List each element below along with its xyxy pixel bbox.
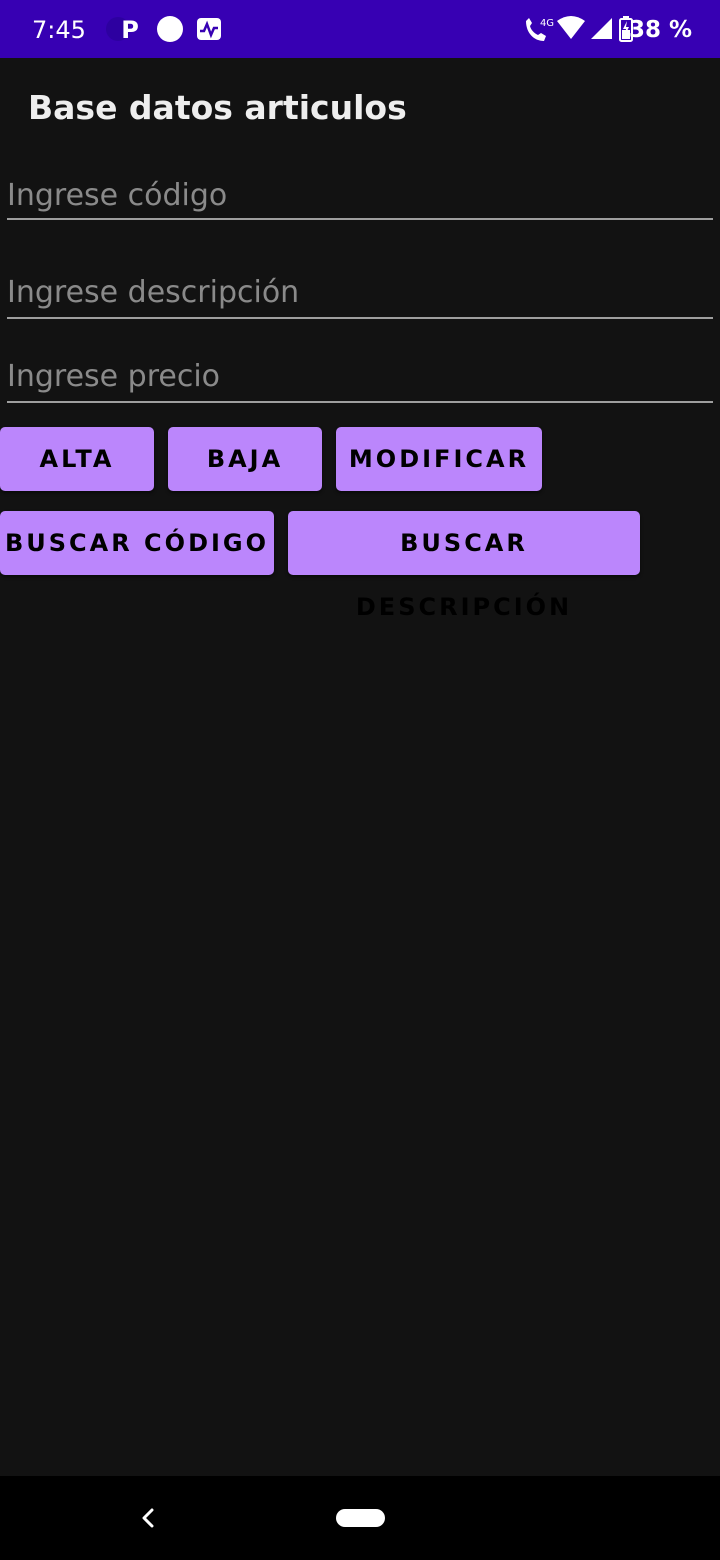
back-icon[interactable]: [134, 1500, 164, 1536]
page-title: Base datos articulos: [28, 88, 407, 127]
modificar-button[interactable]: MODIFICAR: [336, 427, 542, 491]
circle-notification-icon: [156, 15, 184, 43]
app-screen: 7:45 P 4G 38 % Base datos articulos Ingr…: [0, 0, 720, 1560]
descripcion-input[interactable]: [7, 268, 713, 319]
network-type-label: 4G: [540, 18, 554, 29]
cell-signal-icon: [590, 15, 614, 43]
status-time: 7:45: [32, 16, 86, 44]
wifi-calling-icon: 4G: [522, 15, 560, 43]
navigation-bar: [0, 1476, 720, 1560]
precio-input[interactable]: [7, 352, 713, 403]
battery-percent: 38 %: [628, 17, 692, 43]
buscar-codigo-button[interactable]: BUSCAR CÓDIGO: [0, 511, 274, 575]
codigo-input[interactable]: [7, 172, 713, 220]
baja-button[interactable]: BAJA: [168, 427, 322, 491]
wifi-icon: [556, 15, 586, 43]
buscar-descripcion-button[interactable]: BUSCAR DESCRIPCIÓN: [288, 511, 640, 621]
alta-button[interactable]: ALTA: [0, 427, 154, 491]
activity-icon: [196, 15, 222, 43]
parking-icon: P: [104, 15, 144, 44]
home-pill-icon[interactable]: [336, 1509, 385, 1527]
status-bar: 7:45 P 4G 38 %: [0, 0, 720, 58]
svg-text:P: P: [121, 16, 139, 43]
